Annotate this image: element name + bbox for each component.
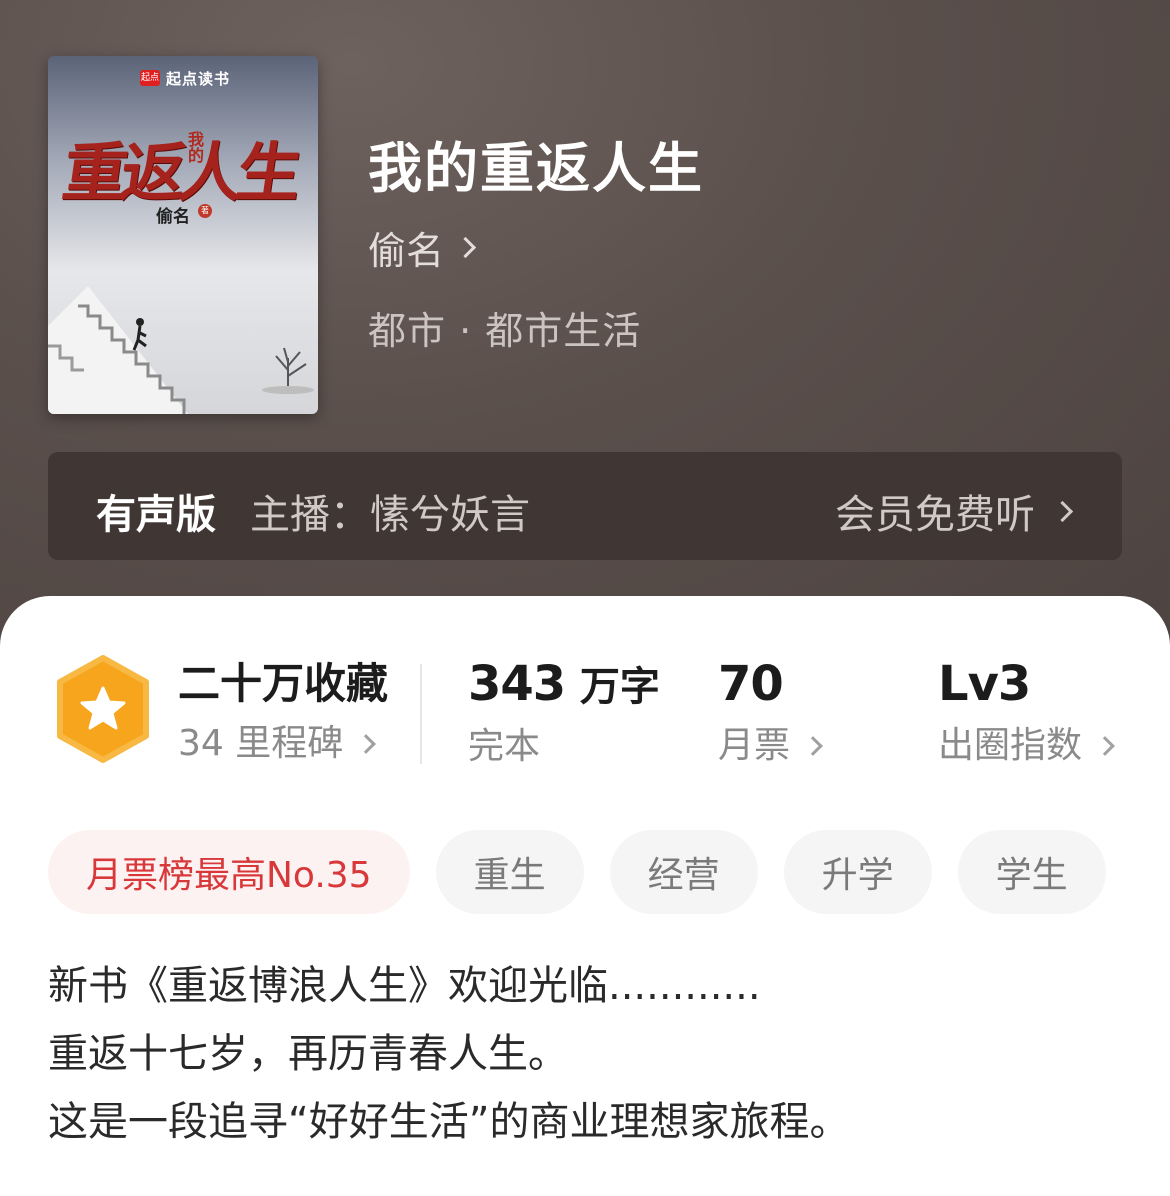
book-header: 起点 起点读书 重返人生 我的 偷名 著 我的重返人生 偷名 都市 · 都市生活… <box>0 0 1170 640</box>
author-name: 偷名 <box>368 229 445 273</box>
description-line: 重返十七岁，再历青春人生。 <box>48 1031 568 1077</box>
chevron-right-icon <box>356 734 377 754</box>
word-count-unit: 万字 <box>579 664 660 710</box>
milestone-count: 34 里程碑 <box>178 723 344 764</box>
collection-badge-icon <box>57 655 149 763</box>
tag-student[interactable]: 学生 <box>957 830 1106 914</box>
cover-author-mark: 著 <box>198 204 212 218</box>
description-line: 这是一段追寻“好好生活”的商业理想家旅程。 <box>48 1099 850 1145</box>
monthly-votes-label: 月票 <box>718 725 791 766</box>
popularity-index-label: 出圈指数 <box>938 725 1083 766</box>
tag-ranking[interactable]: 月票榜最高No.35 <box>48 830 410 914</box>
word-count-stat: 343 万字 完本 <box>468 660 660 769</box>
cover-author: 偷名 <box>156 207 190 227</box>
qidian-logo-icon: 起点 <box>140 70 160 86</box>
monthly-votes-stat[interactable]: 70 月票 <box>718 660 823 768</box>
popularity-level: Lv3 <box>938 656 1031 712</box>
author-link[interactable]: 偷名 <box>368 220 477 275</box>
word-count-number: 343 <box>468 656 566 712</box>
book-genre: 都市 · 都市生活 <box>368 309 642 353</box>
chevron-right-icon <box>803 736 823 756</box>
cover-subtitle: 我的 <box>185 131 204 163</box>
completion-status: 完本 <box>468 726 541 767</box>
book-detail-card: 二十万收藏 34 里程碑 343 万字 完本 70 月票 Lv3 出圈指数 月票… <box>0 596 1170 1196</box>
collection-stat[interactable]: 二十万收藏 34 里程碑 <box>178 660 388 766</box>
audiobook-host: 主播：愫兮妖言 <box>250 492 530 538</box>
tag-school[interactable]: 升学 <box>783 830 932 914</box>
tag-business[interactable]: 经营 <box>609 830 758 914</box>
audiobook-bar[interactable]: 有声版 主播：愫兮妖言 会员免费听 <box>48 452 1122 560</box>
book-cover[interactable]: 起点 起点读书 重返人生 我的 偷名 著 <box>48 56 318 414</box>
cover-illustration <box>48 286 314 414</box>
chevron-right-icon <box>1051 500 1074 522</box>
cover-brand-text: 起点读书 <box>166 69 231 88</box>
book-title: 我的重返人生 <box>368 137 704 200</box>
chevron-right-icon <box>1095 736 1115 756</box>
audiobook-label: 有声版 <box>96 492 216 538</box>
cover-title: 重返人生 <box>57 136 301 211</box>
cover-brand: 起点 起点读书 <box>140 66 230 90</box>
tag-rebirth[interactable]: 重生 <box>435 830 584 914</box>
description-line: 新书《重返博浪人生》欢迎光临............ <box>48 963 761 1009</box>
stat-divider <box>420 664 422 764</box>
member-free-listen-button[interactable]: 会员免费听 <box>835 482 1074 540</box>
monthly-votes-number: 70 <box>718 656 784 712</box>
collection-count: 二十万收藏 <box>178 659 389 708</box>
chevron-right-icon <box>454 236 477 259</box>
member-free-listen-label: 会员免费听 <box>835 492 1035 538</box>
tag-list: 月票榜最高No.35 重生 经营 升学 学生 <box>48 830 1106 914</box>
book-description[interactable]: 新书《重返博浪人生》欢迎光临............ 重返十七岁，再历青春人生。… <box>48 952 1128 1156</box>
popularity-index-stat[interactable]: Lv3 出圈指数 <box>938 660 1115 768</box>
